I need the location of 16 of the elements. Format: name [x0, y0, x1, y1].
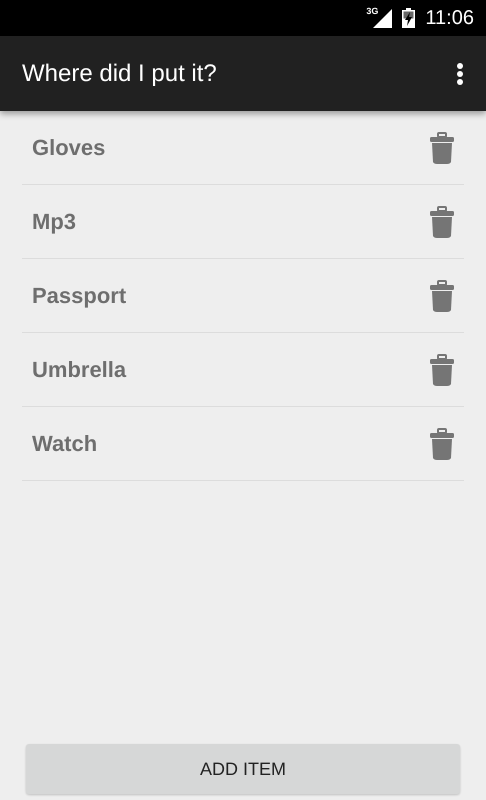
trash-icon[interactable]: [430, 428, 454, 460]
more-options-icon[interactable]: [456, 62, 464, 86]
trash-icon[interactable]: [430, 206, 454, 238]
add-item-button[interactable]: ADD ITEM: [26, 744, 460, 794]
item-label[interactable]: Gloves: [32, 134, 106, 160]
trash-icon[interactable]: [430, 280, 454, 312]
item-label[interactable]: Umbrella: [32, 356, 126, 382]
item-label[interactable]: Passport: [32, 282, 126, 308]
item-label[interactable]: Watch: [32, 430, 98, 456]
trash-icon[interactable]: [430, 132, 454, 164]
app-title: Where did I put it?: [22, 60, 217, 88]
battery-icon: [402, 8, 416, 28]
network-type: 3G: [366, 6, 378, 16]
trash-icon[interactable]: [430, 354, 454, 386]
clock-time: 11:06: [425, 6, 474, 30]
item-label[interactable]: Mp3: [32, 208, 76, 234]
